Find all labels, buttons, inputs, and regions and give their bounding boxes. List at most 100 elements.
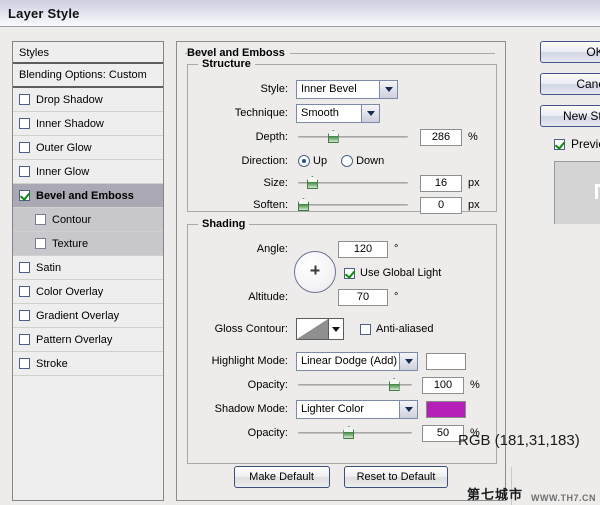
direction-label: Direction:	[188, 155, 288, 167]
style-checkbox[interactable]	[19, 118, 30, 129]
direction-down-option[interactable]: Down	[341, 155, 398, 167]
gloss-contour-row: Gloss Contour: Anti-aliased	[188, 317, 488, 341]
shadow-mode-label: Shadow Mode:	[188, 403, 288, 415]
style-checkbox[interactable]	[19, 334, 30, 345]
style-row-stroke[interactable]: Stroke	[13, 352, 163, 376]
style-row-inner-glow[interactable]: Inner Glow	[13, 160, 163, 184]
depth-unit: %	[468, 131, 478, 143]
style-row-color-overlay[interactable]: Color Overlay	[13, 280, 163, 304]
shadow-opacity-slider-track	[298, 432, 412, 434]
angle-label: Angle:	[188, 243, 288, 255]
altitude-label: Altitude:	[188, 291, 288, 303]
style-checkbox[interactable]	[19, 286, 30, 297]
use-global-light-checkbox-group[interactable]: Use Global Light	[344, 267, 441, 279]
preview-checkbox-group[interactable]: Preview	[554, 137, 600, 151]
use-global-light-label: Use Global Light	[360, 267, 441, 279]
default-buttons: Make Default Reset to Default	[177, 466, 505, 488]
anti-aliased-checkbox[interactable]	[360, 324, 371, 335]
soften-value-input[interactable]: 0	[420, 197, 462, 214]
use-global-light-checkbox[interactable]	[344, 268, 355, 279]
style-checkbox[interactable]	[19, 166, 30, 177]
style-checkbox[interactable]	[35, 214, 46, 225]
style-row-outer-glow[interactable]: Outer Glow	[13, 136, 163, 160]
depth-slider-thumb[interactable]	[328, 130, 339, 143]
preview-checkbox[interactable]	[554, 139, 565, 150]
soften-row: Soften: 0 px	[188, 195, 488, 215]
radio-up-icon[interactable]	[298, 155, 310, 167]
preview-shape-icon	[595, 184, 600, 199]
radio-down-icon[interactable]	[341, 155, 353, 167]
shadow-color-swatch[interactable]	[426, 401, 466, 418]
style-row-texture[interactable]: Texture	[13, 232, 163, 256]
size-value-input[interactable]: 16	[420, 175, 462, 192]
blending-options-label: Blending Options: Custom	[19, 69, 147, 81]
highlight-color-swatch[interactable]	[426, 353, 466, 370]
soften-slider-thumb[interactable]	[298, 198, 309, 211]
angle-value-input[interactable]: 120	[338, 241, 388, 258]
shadow-opacity-slider-thumb[interactable]	[343, 426, 354, 439]
highlight-opacity-input[interactable]: 100	[422, 377, 464, 394]
cancel-button[interactable]: Cancel	[540, 73, 600, 95]
depth-value-input[interactable]: 286	[420, 129, 462, 146]
style-row-inner-shadow[interactable]: Inner Shadow	[13, 112, 163, 136]
technique-select[interactable]: Smooth	[296, 104, 380, 123]
blending-options-row[interactable]: Blending Options: Custom	[13, 64, 163, 88]
window-title: Layer Style	[8, 6, 80, 21]
altitude-row: Altitude: 70 °	[188, 287, 488, 307]
style-checkbox[interactable]	[19, 262, 30, 273]
altitude-value-input[interactable]: 70	[338, 289, 388, 306]
use-global-light-row[interactable]: Use Global Light	[344, 263, 441, 283]
styles-list-header[interactable]: Styles	[13, 42, 163, 64]
technique-select-value: Smooth	[297, 107, 361, 119]
structure-group-title: Structure	[198, 58, 255, 70]
size-slider-thumb[interactable]	[307, 176, 318, 189]
direction-row: Direction: Up Down	[188, 151, 488, 171]
style-row-contour[interactable]: Contour	[13, 208, 163, 232]
highlight-opacity-label: Opacity:	[188, 379, 288, 391]
style-row-satin[interactable]: Satin	[13, 256, 163, 280]
style-row-drop-shadow[interactable]: Drop Shadow	[13, 88, 163, 112]
style-row-label: Gradient Overlay	[36, 310, 119, 322]
style-checkbox[interactable]	[35, 238, 46, 249]
style-row-pattern-overlay[interactable]: Pattern Overlay	[13, 328, 163, 352]
anti-aliased-checkbox-group[interactable]: Anti-aliased	[360, 323, 433, 335]
style-checkbox[interactable]	[19, 358, 30, 369]
watermark: 第七城市 WWW.TH7.CN	[467, 484, 596, 503]
style-checkbox[interactable]	[19, 142, 30, 153]
style-checkbox[interactable]	[19, 310, 30, 321]
depth-slider[interactable]	[298, 130, 408, 144]
style-row-label: Contour	[52, 214, 91, 226]
style-checkbox[interactable]	[19, 190, 30, 201]
highlight-opacity-slider[interactable]	[298, 378, 412, 392]
highlight-mode-row: Highlight Mode: Linear Dodge (Add)	[188, 351, 498, 371]
style-row-bevel-and-emboss[interactable]: Bevel and Emboss	[13, 184, 163, 208]
chevron-down-icon[interactable]	[379, 81, 397, 98]
highlight-mode-select[interactable]: Linear Dodge (Add)	[296, 352, 418, 371]
highlight-opacity-unit: %	[470, 379, 480, 391]
direction-up-option[interactable]: Up	[298, 155, 341, 167]
gloss-contour-picker[interactable]	[296, 318, 344, 340]
highlight-opacity-slider-thumb[interactable]	[389, 378, 400, 391]
chevron-down-icon[interactable]	[329, 319, 343, 339]
angle-row: Angle: 120 °	[188, 239, 488, 259]
style-select[interactable]: Inner Bevel	[296, 80, 398, 99]
shadow-mode-select[interactable]: Lighter Color	[296, 400, 418, 419]
chevron-down-icon[interactable]	[361, 105, 379, 122]
new-style-button[interactable]: New Style...	[540, 105, 600, 127]
shading-group: Shading Angle: 120 ° Use Global Light A	[187, 224, 497, 464]
gloss-contour-label: Gloss Contour:	[188, 323, 288, 335]
size-slider[interactable]	[298, 176, 408, 190]
preview-thumbnail	[554, 161, 600, 224]
ok-button[interactable]: OK	[540, 41, 600, 63]
style-checkbox[interactable]	[19, 94, 30, 105]
chevron-down-icon[interactable]	[399, 401, 417, 418]
style-row-label: Inner Shadow	[36, 118, 104, 130]
shadow-opacity-slider[interactable]	[298, 426, 412, 440]
soften-slider[interactable]	[298, 198, 408, 212]
make-default-button[interactable]: Make Default	[234, 466, 330, 488]
reset-to-default-button[interactable]: Reset to Default	[344, 466, 449, 488]
style-row-gradient-overlay[interactable]: Gradient Overlay	[13, 304, 163, 328]
chevron-down-icon[interactable]	[399, 353, 417, 370]
style-row-label: Outer Glow	[36, 142, 92, 154]
technique-row: Technique: Smooth	[188, 103, 488, 123]
